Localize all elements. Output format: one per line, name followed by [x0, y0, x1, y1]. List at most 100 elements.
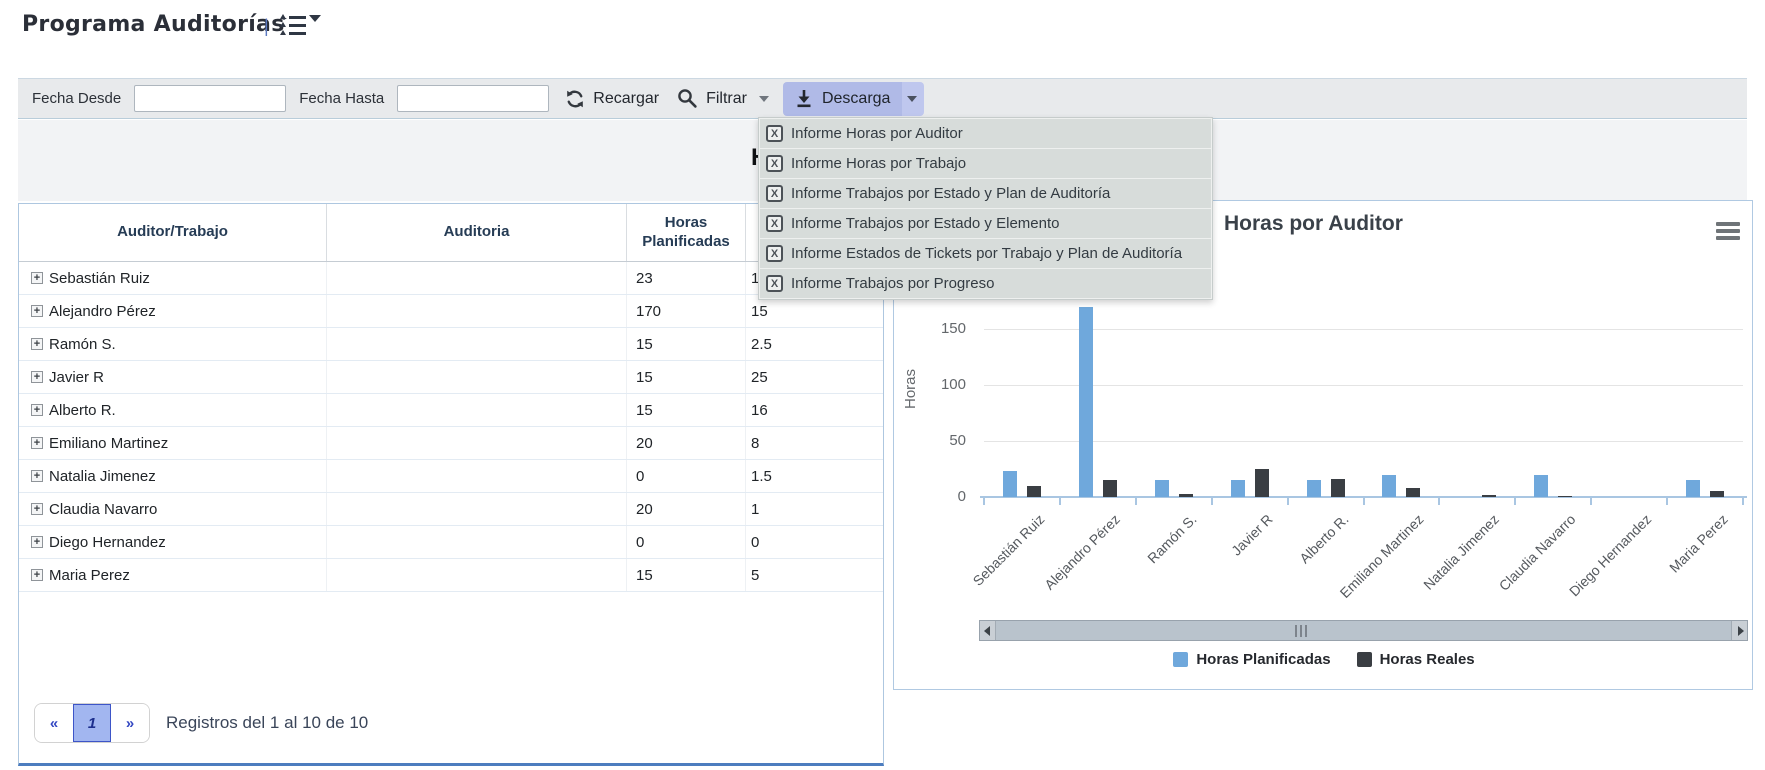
x-axis-category-label: Emiliano Martinez [1336, 511, 1426, 601]
bar-reales[interactable] [1103, 480, 1117, 497]
auditor-cell: +Claudia Navarro [19, 493, 327, 525]
menu-item-0[interactable]: XInforme Horas por Auditor [760, 119, 1211, 148]
bar-planificadas[interactable] [1307, 480, 1321, 497]
title-caret-icon[interactable] [309, 15, 321, 22]
auditor-cell: + Diego Hernandez [19, 526, 327, 558]
scrollbar-grip[interactable] [1295, 625, 1307, 637]
x-axis-category-label: Maria Perez [1666, 511, 1731, 576]
expand-icon[interactable]: + [31, 569, 43, 581]
bar-planificadas[interactable] [1079, 307, 1093, 497]
bar-planificadas[interactable] [1382, 475, 1396, 497]
menu-item-label: Informe Horas por Trabajo [791, 155, 966, 172]
menu-item-4[interactable]: XInforme Estados de Tickets por Trabajo … [760, 239, 1211, 268]
descarga-label: Descarga [822, 90, 890, 108]
pagination-prev-button[interactable]: « [35, 704, 73, 742]
title-separator: | [264, 16, 269, 37]
bar-reales[interactable] [1331, 479, 1345, 497]
bar-reales[interactable] [1482, 495, 1496, 497]
auditoria-cell [327, 427, 627, 459]
bar-planificadas[interactable] [1155, 480, 1169, 497]
bar-reales[interactable] [1179, 494, 1193, 497]
menu-item-label: Informe Trabajos por Progreso [791, 275, 994, 292]
bar-reales[interactable] [1710, 491, 1724, 497]
auditor-name: Maria Perez [49, 567, 130, 584]
legend-label: Horas Planificadas [1196, 651, 1330, 668]
x-axis-category-label: Natalia Jimenez [1421, 511, 1503, 593]
menu-item-3[interactable]: XInforme Trabajos por Estado y Elemento [760, 209, 1211, 238]
y-tick-label: 100 [920, 376, 966, 393]
menu-item-1[interactable]: XInforme Horas por Trabajo [760, 149, 1211, 178]
bar-planificadas[interactable] [1003, 471, 1017, 497]
menu-item-5[interactable]: XInforme Trabajos por Progreso [760, 269, 1211, 298]
expand-icon[interactable]: + [31, 305, 43, 317]
table-row: +Diego Hernandez00 [19, 526, 883, 559]
auditoria-cell [327, 559, 627, 591]
pagination-next-button[interactable]: » [111, 704, 149, 742]
fecha-desde-input[interactable] [134, 85, 286, 112]
descarga-button[interactable]: Descarga [783, 82, 902, 116]
recargar-button[interactable]: Recargar [565, 89, 659, 109]
menu-item-label: Informe Trabajos por Estado y Elemento [791, 215, 1059, 232]
horas-reales-cell: 0 [746, 526, 883, 558]
menu-item-label: Informe Horas por Auditor [791, 125, 963, 142]
descarga-caret-button[interactable] [902, 82, 924, 116]
expand-icon[interactable]: + [31, 272, 43, 284]
auditoria-cell [327, 493, 627, 525]
menu-item-2[interactable]: XInforme Trabajos por Estado y Plan de A… [760, 179, 1211, 208]
legend-item-reales[interactable]: Horas Reales [1357, 651, 1475, 668]
pagination-page-1[interactable]: 1 [73, 704, 111, 742]
expand-icon[interactable]: + [31, 338, 43, 350]
expand-icon[interactable]: + [31, 404, 43, 416]
expand-icon[interactable]: + [31, 470, 43, 482]
auditor-cell: +Emiliano Martinez [19, 427, 327, 459]
table-row: +Claudia Navarro201 [19, 493, 883, 526]
scrollbar-right-arrow-icon[interactable] [1731, 621, 1747, 640]
bar-reales[interactable] [1558, 496, 1572, 497]
descarga-split-button: Descarga [783, 82, 924, 116]
horas-reales-cell: 16 [746, 394, 883, 426]
legend-swatch-icon [1173, 652, 1188, 667]
auditoria-cell [327, 394, 627, 426]
horas-planificadas-cell: 170 [627, 295, 746, 327]
pagination: « 1 » [34, 703, 150, 743]
bar-planificadas[interactable] [1534, 475, 1548, 497]
list-menu-icon[interactable] [280, 14, 310, 36]
bar-planificadas[interactable] [1686, 480, 1700, 497]
auditor-name: Diego Hernandez [49, 534, 166, 551]
table-body: +Sebastián Ruiz2310+Alejandro Pérez17015… [19, 262, 883, 592]
excel-icon: X [766, 245, 783, 262]
table-header-row: Auditor/Trabajo Auditoria Horas Planific… [19, 204, 883, 262]
x-axis-tick [1287, 498, 1289, 505]
chart-scrollbar[interactable] [979, 620, 1748, 641]
legend-item-planificadas[interactable]: Horas Planificadas [1173, 651, 1330, 668]
fecha-hasta-input[interactable] [397, 85, 549, 112]
expand-icon[interactable]: + [31, 437, 43, 449]
hamburger-icon[interactable] [1716, 222, 1740, 240]
filtrar-caret-icon[interactable] [759, 96, 769, 102]
table-row: +Alejandro Pérez17015 [19, 295, 883, 328]
search-icon [677, 88, 698, 109]
legend-swatch-icon [1357, 652, 1372, 667]
horas-reales-cell: 2.5 [746, 328, 883, 360]
column-header-auditoria[interactable]: Auditoria [327, 204, 627, 261]
auditor-name: Alberto R. [49, 402, 116, 419]
auditor-name: Ramón S. [49, 336, 116, 353]
bar-reales[interactable] [1406, 488, 1420, 497]
x-axis-tick [1514, 498, 1516, 505]
x-axis-tick [1438, 498, 1440, 505]
scrollbar-left-arrow-icon[interactable] [980, 621, 996, 640]
expand-icon[interactable]: + [31, 371, 43, 383]
column-header-horas-planificadas[interactable]: Horas Planificadas [627, 204, 746, 261]
filtrar-button[interactable]: Filtrar [677, 88, 769, 109]
filtrar-label: Filtrar [706, 90, 747, 108]
pagination-summary: Registros del 1 al 10 de 10 [166, 713, 368, 733]
column-header-auditor-trabajo[interactable]: Auditor/Trabajo [19, 204, 327, 261]
expand-icon[interactable]: + [31, 503, 43, 515]
bar-planificadas[interactable] [1231, 480, 1245, 497]
bar-reales[interactable] [1027, 486, 1041, 497]
bar-reales[interactable] [1255, 469, 1269, 497]
expand-icon[interactable]: + [31, 536, 43, 548]
horas-reales-cell: 25 [746, 361, 883, 393]
horas-planificadas-cell: 0 [627, 460, 746, 492]
chart-title: Horas por Auditor [1224, 212, 1403, 236]
